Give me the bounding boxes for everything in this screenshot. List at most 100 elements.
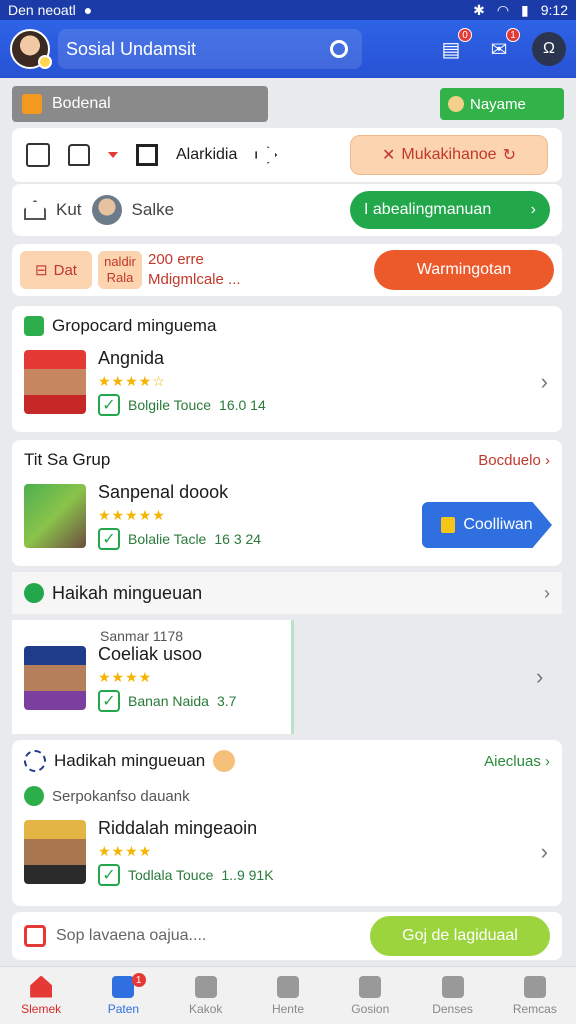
item-verified-label: Todlala Touce	[128, 867, 214, 883]
rating-stars: ★★★★☆	[98, 373, 166, 389]
promo-chip[interactable]: ⊟ Dat	[20, 251, 92, 289]
shield-icon	[24, 316, 44, 336]
cross-icon: ✕	[382, 147, 396, 164]
nav-item-denses[interactable]: Denses	[411, 967, 493, 1024]
section-label: Bodenal	[12, 86, 268, 122]
search-bar[interactable]: Sosial Undamsit	[58, 29, 362, 69]
promo-line-2: Mdigmlcale ...	[148, 271, 241, 288]
group-card-1: Gropocard minguema Angnida ★★★★☆ ✓ Bolgi…	[12, 306, 562, 432]
item-verified-label: Banan Naida	[128, 693, 209, 709]
orange-button-label: Warmingotan	[416, 261, 512, 278]
salke-label: Salke	[131, 200, 175, 219]
footer-input-card: Sop lavaena oajua.... Goj de lagiduaal	[12, 912, 562, 960]
check-icon: ✓	[98, 864, 120, 886]
user-avatar[interactable]	[10, 29, 52, 69]
book-icon	[136, 144, 158, 166]
item-name: Coeliak usoo	[98, 644, 203, 664]
group-card-4: Hadikah mingueuan Aiecluas › Serpokanfso…	[12, 740, 562, 906]
share-icon[interactable]	[255, 146, 278, 164]
list-item[interactable]: Riddalah mingeaoin ★★★★ ✓ Todlala Touce …	[24, 818, 550, 886]
nav-item-remcas[interactable]: Remcas	[494, 967, 576, 1024]
nav-item-kakok[interactable]: Kakok	[165, 967, 247, 1024]
chevron-right-icon[interactable]: ›	[541, 369, 548, 395]
item-subtitle: Sanmar 1178	[100, 628, 184, 644]
lime-button[interactable]: Goj de lagiduaal	[370, 916, 550, 956]
bottom-nav: Slemek 1 Paten Kakok Hente Gosion Denses…	[0, 966, 576, 1024]
nav-badge: 1	[131, 973, 146, 987]
promo-row: ⊟ Dat naldir Rala 200 erre Mdigmlcale ..…	[12, 244, 562, 296]
section-bar[interactable]: Haikah mingueuan ›	[12, 572, 562, 614]
item-thumbnail	[24, 350, 86, 414]
mini-avatar[interactable]	[91, 195, 122, 225]
promo-line-1: 200 erre	[148, 251, 204, 268]
nav-item-home[interactable]: Slemek	[0, 967, 82, 1024]
like-icon[interactable]	[68, 144, 90, 166]
footer-input[interactable]: Sop lavaena oajua....	[56, 927, 206, 945]
chat-icon[interactable]: ✉ 1	[484, 28, 520, 64]
notification-icon: ●	[83, 2, 93, 18]
section-title: Bodenal	[52, 95, 111, 112]
group-4-subtitle: Serpokanfso dauank	[52, 787, 190, 805]
item-count: 3.7	[216, 693, 237, 709]
rating-stars: ★★★★★	[98, 507, 166, 523]
promo-small-chip[interactable]: naldir Rala	[98, 251, 142, 289]
blue-button-label: Coolliwan	[463, 516, 533, 533]
rating-stars: ★★★★	[98, 843, 153, 859]
group-card-2: Tit Sa Grup Bocduelo › Sanpenal doook ★★…	[12, 440, 562, 566]
nav-item-paten[interactable]: 1 Paten	[82, 967, 164, 1024]
wallet-badge: 0	[458, 28, 472, 42]
pin-icon	[24, 786, 44, 806]
orange-button[interactable]: Warmingotan	[374, 250, 554, 290]
peach-button[interactable]: ✕ Mukakihanoe ↻	[350, 135, 548, 175]
app-bar: Sosial Undamsit ▤ 0 ✉ 1 Ω	[0, 20, 576, 78]
nav-label: Gosion	[351, 1001, 390, 1016]
nav-label: Hente	[271, 1001, 304, 1016]
nav-item-hente[interactable]: Hente	[247, 967, 329, 1024]
kit-label: Kut	[56, 200, 82, 219]
status-dot	[38, 55, 52, 69]
check-circle-icon	[24, 583, 44, 603]
refresh-icon: ↻	[502, 147, 516, 164]
chevron-right-icon: ›	[530, 201, 536, 218]
status-bar: Den neoatl ● ✱ ◠ ▮ 9:12	[0, 0, 576, 20]
group-4-link[interactable]: Aiecluas ›	[484, 753, 550, 770]
wallet-icon[interactable]: ▤ 0	[436, 28, 472, 64]
nav-label: Paten	[107, 1001, 140, 1016]
menu-icon[interactable]: Ω	[532, 32, 566, 66]
nav-label: Kakok	[189, 1001, 223, 1016]
item-count: 16.0 14	[219, 397, 266, 413]
item-verified-label: Bolgile Touce	[128, 397, 212, 413]
green-action-button[interactable]: I abealingmanuan ›	[350, 191, 550, 229]
mail-icon	[194, 975, 217, 998]
chevron-right-icon[interactable]: ›	[536, 664, 543, 690]
group-1-title: Gropocard minguema	[52, 316, 217, 335]
window-icon	[523, 975, 546, 998]
gear-icon	[24, 750, 46, 772]
wifi-icon: ◠	[496, 1, 510, 18]
home-icon[interactable]	[24, 200, 46, 220]
list-item-card[interactable]: Sanmar 1178 Coeliak usoo ★★★★ ✓ Banan Na…	[12, 620, 294, 734]
face-icon	[448, 96, 464, 112]
store-icon[interactable]	[26, 143, 50, 167]
chevron-right-icon[interactable]: ›	[541, 839, 548, 865]
nav-item-gosion[interactable]: Gosion	[329, 967, 411, 1024]
emoji-icon	[213, 750, 236, 772]
green-button-label: I abealingmanuan	[364, 201, 492, 218]
lime-button-label: Goj de lagiduaal	[402, 927, 518, 944]
item-count: 1..9 91K	[221, 867, 274, 883]
check-icon: ✓	[98, 394, 120, 416]
rating-stars: ★★★★	[98, 669, 153, 685]
check-icon: ✓	[98, 690, 120, 712]
item-thumbnail	[24, 646, 86, 710]
item-thumbnail	[24, 484, 86, 548]
location-icon	[276, 975, 299, 998]
name-chip[interactable]: Nayame	[440, 88, 564, 120]
list-item[interactable]: Angnida ★★★★☆ ✓ Bolgile Touce 16.0 14 ›	[24, 348, 550, 416]
group-2-link[interactable]: Bocduelo ›	[478, 452, 550, 469]
carrier-label: Den neoatl	[8, 2, 76, 18]
blue-arrow-button[interactable]: Coolliwan	[422, 502, 552, 548]
lock-icon	[24, 925, 46, 947]
search-icon[interactable]	[330, 40, 348, 58]
promo-small-top: naldir	[104, 254, 136, 269]
caret-down-icon[interactable]	[108, 152, 118, 158]
